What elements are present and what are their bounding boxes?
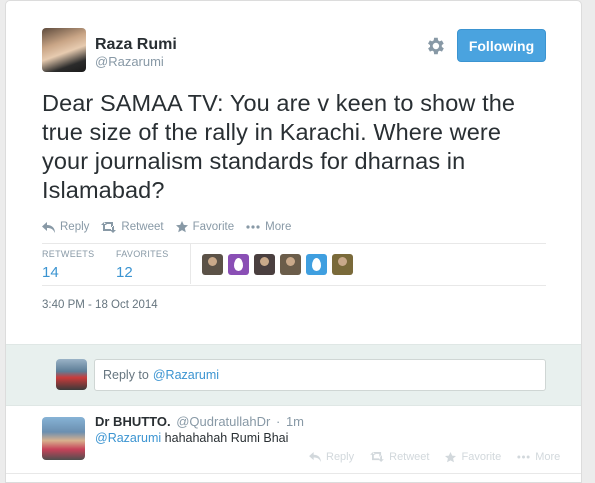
more-button[interactable]: More bbox=[246, 221, 291, 233]
egg-icon bbox=[312, 258, 321, 271]
person-icon bbox=[260, 257, 269, 266]
favoriter-avatar-4[interactable] bbox=[280, 254, 301, 275]
author-handle[interactable]: @Razarumi bbox=[95, 54, 164, 69]
favoriter-avatar-1[interactable] bbox=[202, 254, 223, 275]
tweet-timestamp[interactable]: 3:40 PM - 18 Oct 2014 bbox=[42, 299, 158, 311]
favoriter-avatar-5[interactable] bbox=[306, 254, 327, 275]
reply-tweet-text: @Razarumi hahahahah Rumi Bhai bbox=[95, 431, 288, 445]
stats-bottom-divider bbox=[42, 285, 546, 286]
favorite-button[interactable]: Favorite bbox=[175, 221, 235, 233]
tweet-card: Raza Rumi @Razarumi Following Dear SAMAA… bbox=[5, 0, 582, 483]
star-icon bbox=[175, 221, 188, 233]
favoriter-avatars bbox=[202, 254, 358, 275]
retweets-count: 14 bbox=[42, 264, 59, 281]
stats-separator bbox=[190, 244, 191, 284]
following-button[interactable]: Following bbox=[457, 29, 546, 62]
favoriter-avatar-3[interactable] bbox=[254, 254, 275, 275]
reply-author-handle[interactable]: @QudratullahDr bbox=[176, 414, 270, 429]
reply-input[interactable]: Reply to @Razarumi bbox=[94, 359, 546, 391]
retweet-button[interactable]: Retweet bbox=[101, 221, 164, 233]
reply-tweet-header: Dr BHUTTO. @QudratullahDr · 1m bbox=[95, 414, 304, 429]
bottom-divider bbox=[6, 473, 581, 474]
tweet-text: Dear SAMAA TV: You are v keen to show th… bbox=[42, 90, 516, 203]
gear-icon[interactable] bbox=[424, 35, 446, 57]
author-name[interactable]: Raza Rumi bbox=[95, 36, 177, 54]
retweet-icon bbox=[370, 452, 384, 462]
reply-tweet-favorite-label: Favorite bbox=[461, 451, 502, 463]
person-icon bbox=[338, 257, 347, 266]
reply-tweet-retweet-button[interactable]: Retweet bbox=[370, 451, 429, 463]
more-dots-icon bbox=[517, 455, 530, 459]
person-icon bbox=[208, 257, 217, 266]
more-dots-icon bbox=[246, 225, 260, 229]
reply-tweet-body: hahahahah Rumi Bhai bbox=[164, 431, 289, 445]
retweets-label: RETWEETS bbox=[42, 249, 95, 259]
reply-author-avatar[interactable] bbox=[42, 417, 85, 460]
star-icon bbox=[445, 451, 457, 462]
reply-author-name[interactable]: Dr BHUTTO. bbox=[95, 414, 171, 429]
retweet-icon bbox=[101, 221, 117, 233]
reply-tweet-more-label: More bbox=[535, 451, 561, 463]
retweets-stat[interactable]: RETWEETS 14 bbox=[42, 249, 94, 281]
person-icon bbox=[286, 257, 295, 266]
favoriter-avatar-2[interactable] bbox=[228, 254, 249, 275]
reply-label: Reply bbox=[60, 221, 90, 233]
reply-separator: · bbox=[275, 414, 281, 429]
reply-button[interactable]: Reply bbox=[42, 221, 89, 233]
reply-tweet-retweet-label: Retweet bbox=[389, 451, 430, 463]
reply-tweet-actions: Reply Retweet Favorite More bbox=[309, 451, 576, 463]
tweet-actions: Reply Retweet Favorite More bbox=[42, 219, 303, 235]
reply-composer: Reply to @Razarumi bbox=[6, 344, 581, 406]
reply-tweet-mention[interactable]: @Razarumi bbox=[95, 431, 161, 445]
author-avatar[interactable] bbox=[42, 28, 86, 72]
favoriter-avatar-6[interactable] bbox=[332, 254, 353, 275]
reply-time[interactable]: 1m bbox=[286, 414, 304, 429]
reply-icon bbox=[309, 452, 321, 462]
reply-input-prefix: Reply to bbox=[103, 368, 149, 382]
reply-input-mention: @Razarumi bbox=[152, 368, 220, 382]
reply-icon bbox=[42, 221, 55, 233]
favorites-stat[interactable]: FAVORITES 12 bbox=[116, 249, 169, 281]
egg-icon bbox=[234, 258, 243, 271]
favorites-count: 12 bbox=[116, 264, 133, 281]
reply-tweet-more-button[interactable]: More bbox=[517, 451, 560, 463]
reply-tweet-reply-button[interactable]: Reply bbox=[309, 451, 354, 463]
retweet-label: Retweet bbox=[121, 221, 164, 233]
more-label: More bbox=[265, 221, 292, 233]
favorites-label: FAVORITES bbox=[116, 249, 169, 259]
favorite-label: Favorite bbox=[192, 221, 235, 233]
stats-top-divider bbox=[42, 243, 546, 244]
reply-tweet-reply-label: Reply bbox=[326, 451, 355, 463]
current-user-avatar bbox=[56, 359, 87, 390]
reply-tweet-favorite-button[interactable]: Favorite bbox=[445, 451, 501, 463]
